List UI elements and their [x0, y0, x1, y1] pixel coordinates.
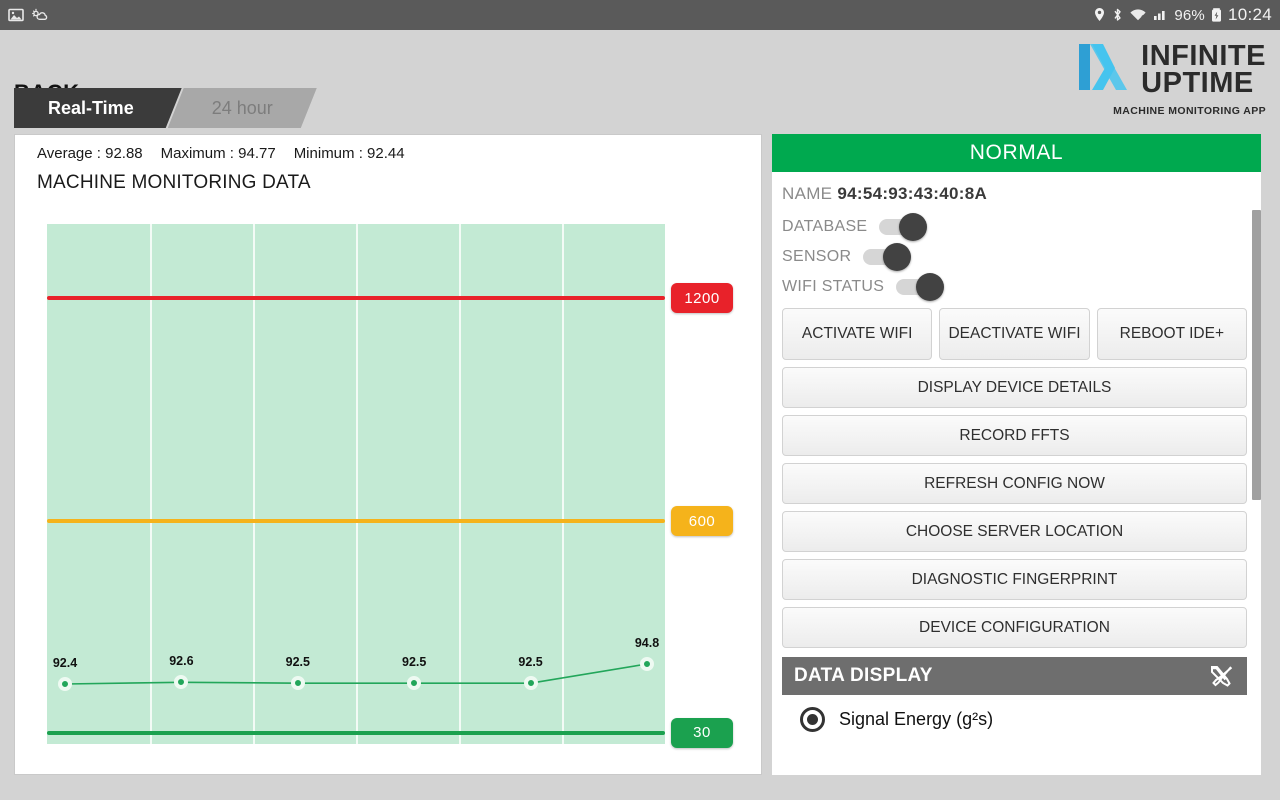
chart-title: MACHINE MONITORING DATA: [37, 172, 311, 193]
clock: 10:24: [1227, 5, 1272, 24]
wifi-icon: [1129, 7, 1147, 23]
logo-word-infinite: INFINITE: [1141, 39, 1266, 72]
data-display-title: DATA DISPLAY: [794, 665, 933, 686]
battery-charging-icon: [1211, 7, 1222, 23]
app-header: BACK INFINITE UPTIME MACHINE MONITORING …: [0, 30, 1280, 128]
sensor-switch[interactable]: [863, 243, 912, 271]
toggle-database[interactable]: DATABASE: [782, 213, 1247, 241]
switch-knob: [883, 243, 912, 271]
record-ffts-button[interactable]: RECORD FFTS: [782, 415, 1247, 456]
chart-data-point-label: 92.4: [52, 656, 78, 670]
chart-summary-stats: Average : 92.88 Maximum : 94.77 Minimum …: [15, 135, 761, 162]
diagnostic-fingerprint-button[interactable]: DIAGNOSTIC FINGERPRINT: [782, 559, 1247, 600]
threshold-badge: 30: [671, 717, 733, 748]
chart-data-point[interactable]: [523, 676, 538, 691]
weather-icon: [31, 7, 48, 23]
activate-wifi-button[interactable]: ACTIVATE WIFI: [782, 308, 933, 360]
logo-mark-icon: [1075, 38, 1137, 101]
switch-knob: [916, 273, 945, 301]
main-content: Average : 92.88 Maximum : 94.77 Minimum …: [0, 128, 1280, 800]
toggle-sensor-label: SENSOR: [782, 248, 852, 265]
device-configuration-button[interactable]: DEVICE CONFIGURATION: [782, 607, 1247, 648]
status-bar-notifications: [8, 7, 48, 23]
panel-scrollbar[interactable]: [1252, 210, 1261, 775]
android-status-bar: 96% 10:24: [0, 0, 1280, 30]
infinite-uptime-logo: INFINITE UPTIME MACHINE MONITORING APP: [1075, 38, 1266, 117]
threshold-badge: 1200: [671, 283, 733, 314]
device-controls-panel: NAME 94:54:93:43:40:8A DATABASE SENSOR W…: [772, 172, 1261, 775]
chart-card: Average : 92.88 Maximum : 94.77 Minimum …: [14, 134, 762, 775]
toggle-sensor[interactable]: SENSOR: [782, 243, 1247, 271]
threshold-badge: 600: [671, 506, 733, 537]
chart-data-point-label: 92.5: [518, 655, 543, 670]
chart-data-point[interactable]: [407, 676, 422, 691]
stat-maximum: Maximum : 94.77: [160, 145, 276, 162]
stat-average: Average : 92.88: [37, 145, 143, 162]
threshold-line: [47, 296, 665, 301]
threshold-line: [47, 519, 665, 524]
radio-label: Signal Energy (g²s): [839, 709, 994, 729]
chart-data-point-label: 92.5: [285, 655, 310, 670]
device-name-label: NAME: [782, 184, 833, 203]
logo-word-uptime: UPTIME: [1141, 66, 1254, 99]
chart-data-point[interactable]: [58, 677, 72, 691]
display-device-details-button[interactable]: DISPLAY DEVICE DETAILS: [782, 367, 1247, 408]
bluetooth-icon: [1112, 7, 1123, 23]
panel-scrollbar-thumb[interactable]: [1252, 210, 1261, 500]
toggle-wifi-status-label: WIFI STATUS: [782, 278, 885, 295]
toggle-wifi-status[interactable]: WIFI STATUS: [782, 273, 1247, 301]
tab-real-time[interactable]: Real-Time: [14, 88, 182, 128]
chart-data-point-label: 92.5: [402, 655, 427, 670]
data-display-header: DATA DISPLAY: [782, 657, 1247, 695]
tab-bar: Real-Time 24 hour: [14, 88, 317, 128]
threshold-line: [47, 730, 665, 735]
refresh-config-now-button[interactable]: REFRESH CONFIG NOW: [782, 463, 1247, 504]
switch-knob: [899, 213, 928, 241]
status-bar-system-icons: 96% 10:24: [1093, 5, 1272, 25]
chart-series-layer: 92.4 92.6 92.5 92.5 92.5 94.8: [47, 224, 665, 744]
chart-line-path: [64, 663, 648, 685]
chart-data-point[interactable]: [290, 676, 305, 691]
battery-percent: 96%: [1174, 6, 1205, 24]
wifi-button-row: ACTIVATE WIFI DEACTIVATE WIFI REBOOT IDE…: [782, 308, 1247, 360]
status-badge: NORMAL: [772, 134, 1261, 172]
chart-data-point[interactable]: [174, 675, 189, 690]
choose-server-location-button[interactable]: CHOOSE SERVER LOCATION: [782, 511, 1247, 552]
toggle-database-label: DATABASE: [782, 218, 868, 235]
device-name-value: 94:54:93:43:40:8A: [837, 184, 988, 203]
database-switch[interactable]: [879, 213, 928, 241]
tools-icon[interactable]: [1209, 664, 1235, 688]
chart-data-point-label: 92.6: [169, 654, 194, 669]
chart-data-point[interactable]: [640, 657, 654, 671]
radio-selected-icon[interactable]: [800, 707, 825, 732]
device-name-row: NAME 94:54:93:43:40:8A: [782, 184, 1247, 204]
deactivate-wifi-button[interactable]: DEACTIVATE WIFI: [939, 308, 1090, 360]
chart-data-point-label: 94.8: [634, 636, 660, 650]
data-display-option-signal-energy[interactable]: Signal Energy (g²s): [782, 695, 1247, 732]
device-panel: NORMAL NAME 94:54:93:43:40:8A DATABASE S…: [772, 134, 1270, 775]
tab-24-hour[interactable]: 24 hour: [168, 88, 317, 128]
reboot-ide-button[interactable]: REBOOT IDE+: [1096, 308, 1247, 360]
stat-minimum: Minimum : 92.44: [293, 145, 405, 162]
logo-tagline: MACHINE MONITORING APP: [1113, 105, 1266, 117]
wifi-status-switch[interactable]: [896, 273, 945, 301]
signal-icon: [1153, 7, 1168, 23]
location-icon: [1093, 7, 1106, 23]
chart-plot[interactable]: 92.4 92.6 92.5 92.5 92.5 94.8 1200 600 30: [47, 224, 733, 748]
screenshot-icon: [8, 7, 24, 23]
